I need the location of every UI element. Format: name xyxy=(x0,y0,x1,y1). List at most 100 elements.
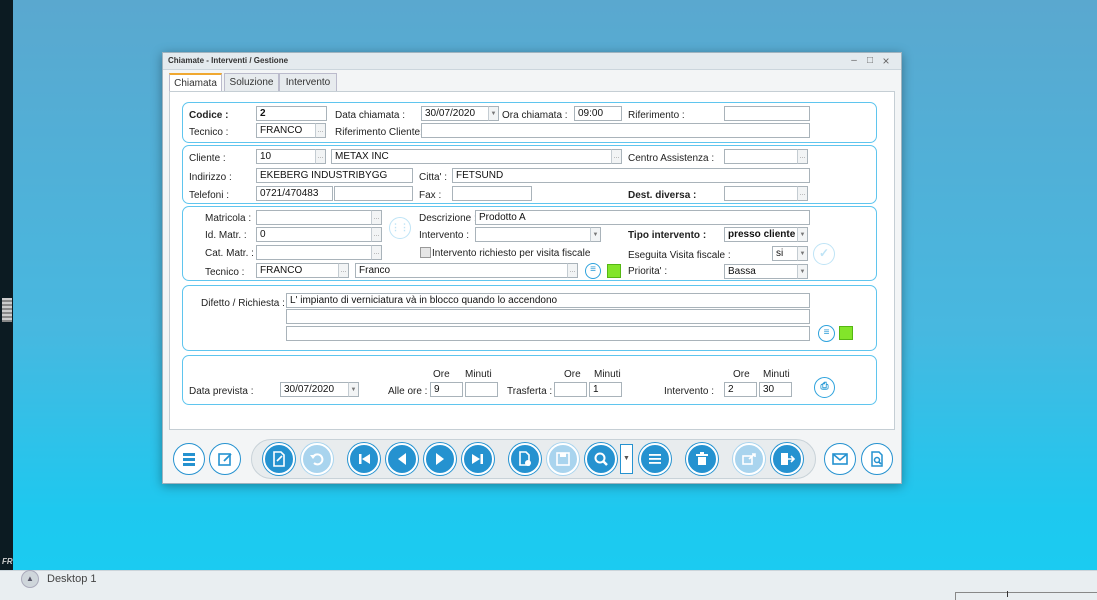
save-button[interactable] xyxy=(547,443,579,475)
id-matr-lookup-button[interactable]: … xyxy=(371,227,382,242)
edit-record-button[interactable] xyxy=(209,443,241,475)
tipo-intervento-dropdown[interactable]: ▼ xyxy=(797,227,808,242)
dest-lookup-button[interactable]: … xyxy=(797,186,808,201)
tipo-intervento-select[interactable]: presso cliente xyxy=(724,227,798,242)
taskbar-up-button[interactable]: ▲ xyxy=(21,570,39,588)
tecnico-list-icon[interactable]: ≡ xyxy=(585,263,601,279)
search-options-dropdown[interactable]: ▼ xyxy=(620,444,633,474)
tab-soluzione[interactable]: Soluzione xyxy=(224,73,279,91)
minimize-icon[interactable]: – xyxy=(846,53,862,69)
tecnico-name-field[interactable]: Franco xyxy=(355,263,568,278)
id-matr-field[interactable]: 0 xyxy=(256,227,372,242)
intervento-ore-field[interactable]: 2 xyxy=(724,382,757,397)
confirm-check-icon[interactable]: ✓ xyxy=(813,243,835,265)
previous-record-button[interactable] xyxy=(386,443,418,475)
tab-chiamata[interactable]: Chiamata xyxy=(169,73,222,92)
strip-logo: FR xyxy=(2,557,13,566)
difetto-line3-field[interactable] xyxy=(286,326,810,341)
trasferta-ore-field[interactable] xyxy=(554,382,587,397)
list-button[interactable] xyxy=(639,443,671,475)
cat-matr-field[interactable] xyxy=(256,245,372,260)
matricola-grid-icon[interactable]: ⋮⋮ xyxy=(389,217,411,239)
descrizione-field[interactable]: Prodotto A xyxy=(475,210,810,225)
search-button[interactable] xyxy=(585,443,617,475)
difetto-color-flag xyxy=(839,326,853,340)
preview-button[interactable] xyxy=(861,443,893,475)
citta-field[interactable]: FETSUND xyxy=(452,168,810,183)
ora-chiamata-field[interactable]: 09:00 xyxy=(574,106,622,121)
matricola-lookup-button[interactable]: … xyxy=(371,210,382,225)
trasferta-minuti-header: Minuti xyxy=(594,369,621,380)
cliente-lookup-button[interactable]: … xyxy=(315,149,326,164)
indirizzo-label: Indirizzo : xyxy=(189,172,232,183)
cat-matr-lookup-button[interactable]: … xyxy=(371,245,382,260)
intervento-dropdown[interactable]: ▼ xyxy=(590,227,601,242)
tecnico-color-flag xyxy=(607,264,621,278)
eseguita-visita-select[interactable]: si xyxy=(772,246,798,261)
fax-field[interactable] xyxy=(452,186,532,201)
visita-fiscale-checkbox[interactable] xyxy=(420,247,431,258)
eseguita-visita-dropdown[interactable]: ▼ xyxy=(797,246,808,261)
intervento-minuti-field[interactable]: 30 xyxy=(759,382,792,397)
exit-button[interactable] xyxy=(771,443,803,475)
dest-diversa-field[interactable] xyxy=(724,186,798,201)
difetto-line1-field[interactable]: L' impianto di verniciatura và in blocco… xyxy=(286,293,810,308)
tecnico-name-lookup-button[interactable]: … xyxy=(567,263,578,278)
print-icon[interactable]: ⎙ xyxy=(814,377,835,398)
matricola-field[interactable] xyxy=(256,210,372,225)
delete-button[interactable] xyxy=(686,443,718,475)
trasferta-label: Trasferta : xyxy=(507,386,553,397)
panel-chiamata: Codice : 2 Data chiamata : 30/07/2020 ▼ … xyxy=(182,102,877,143)
next-record-button[interactable] xyxy=(424,443,456,475)
new-record-button[interactable] xyxy=(263,443,295,475)
telefono2-field[interactable] xyxy=(334,186,413,201)
matricola-label: Matricola : xyxy=(205,213,252,224)
tab-intervento[interactable]: Intervento xyxy=(279,73,337,91)
riferimento-field[interactable] xyxy=(724,106,810,121)
close-icon[interactable]: × xyxy=(878,53,894,69)
export-button[interactable] xyxy=(733,443,765,475)
email-button[interactable] xyxy=(824,443,856,475)
bottom-toolbar: ▼ xyxy=(169,439,895,479)
last-record-button[interactable] xyxy=(462,443,494,475)
trasferta-minuti-field[interactable]: 1 xyxy=(589,382,622,397)
cliente-name-field[interactable]: METAX INC xyxy=(331,149,612,164)
tecnico-field[interactable]: FRANCO xyxy=(256,123,316,138)
data-chiamata-dropdown[interactable]: ▼ xyxy=(488,106,499,121)
tecnico-code-field[interactable]: FRANCO xyxy=(256,263,339,278)
main-window: Chiamate - Interventi / Gestione – □ × C… xyxy=(162,52,902,484)
scroll-grip[interactable] xyxy=(2,298,12,322)
intervento-field[interactable] xyxy=(475,227,591,242)
tecnico-code-lookup-button[interactable]: … xyxy=(338,263,349,278)
first-record-button[interactable] xyxy=(348,443,380,475)
list-view-button[interactable] xyxy=(173,443,205,475)
intervento-ore-header: Ore xyxy=(733,369,750,380)
alle-ore-ore-header: Ore xyxy=(433,369,450,380)
telefono1-field[interactable]: 0721/470483 xyxy=(256,186,333,201)
maximize-icon[interactable]: □ xyxy=(862,53,878,69)
undo-button[interactable] xyxy=(301,443,333,475)
priorita-select[interactable]: Bassa xyxy=(724,264,798,279)
cliente-code-field[interactable]: 10 xyxy=(256,149,316,164)
tecnico-lookup-button[interactable]: … xyxy=(315,123,326,138)
data-chiamata-field[interactable]: 30/07/2020 xyxy=(421,106,489,121)
data-prevista-dropdown[interactable]: ▼ xyxy=(348,382,359,397)
priorita-dropdown[interactable]: ▼ xyxy=(797,264,808,279)
codice-field[interactable]: 2 xyxy=(256,106,327,121)
alle-ore-ore-field[interactable]: 9 xyxy=(430,382,463,397)
data-prevista-field[interactable]: 30/07/2020 xyxy=(280,382,349,397)
cliente-name-lookup-button[interactable]: … xyxy=(611,149,622,164)
id-matr-label: Id. Matr. : xyxy=(205,230,247,241)
alle-ore-label: Alle ore : xyxy=(388,386,428,397)
centro-assistenza-field[interactable] xyxy=(724,149,798,164)
panel-tempi: Data prevista : 30/07/2020 ▼ Alle ore : … xyxy=(182,355,877,405)
rif-cliente-field[interactable] xyxy=(421,123,810,138)
indirizzo-field[interactable]: EKEBERG INDUSTRIBYGG xyxy=(256,168,413,183)
alle-ore-minuti-field[interactable] xyxy=(465,382,498,397)
codice-label: Codice : xyxy=(189,110,229,121)
difetto-line2-field[interactable] xyxy=(286,309,810,324)
difetto-list-icon[interactable]: ≡ xyxy=(818,325,835,342)
duplicate-record-button[interactable] xyxy=(509,443,541,475)
centro-assistenza-label: Centro Assistenza : xyxy=(628,153,715,164)
centro-lookup-button[interactable]: … xyxy=(797,149,808,164)
